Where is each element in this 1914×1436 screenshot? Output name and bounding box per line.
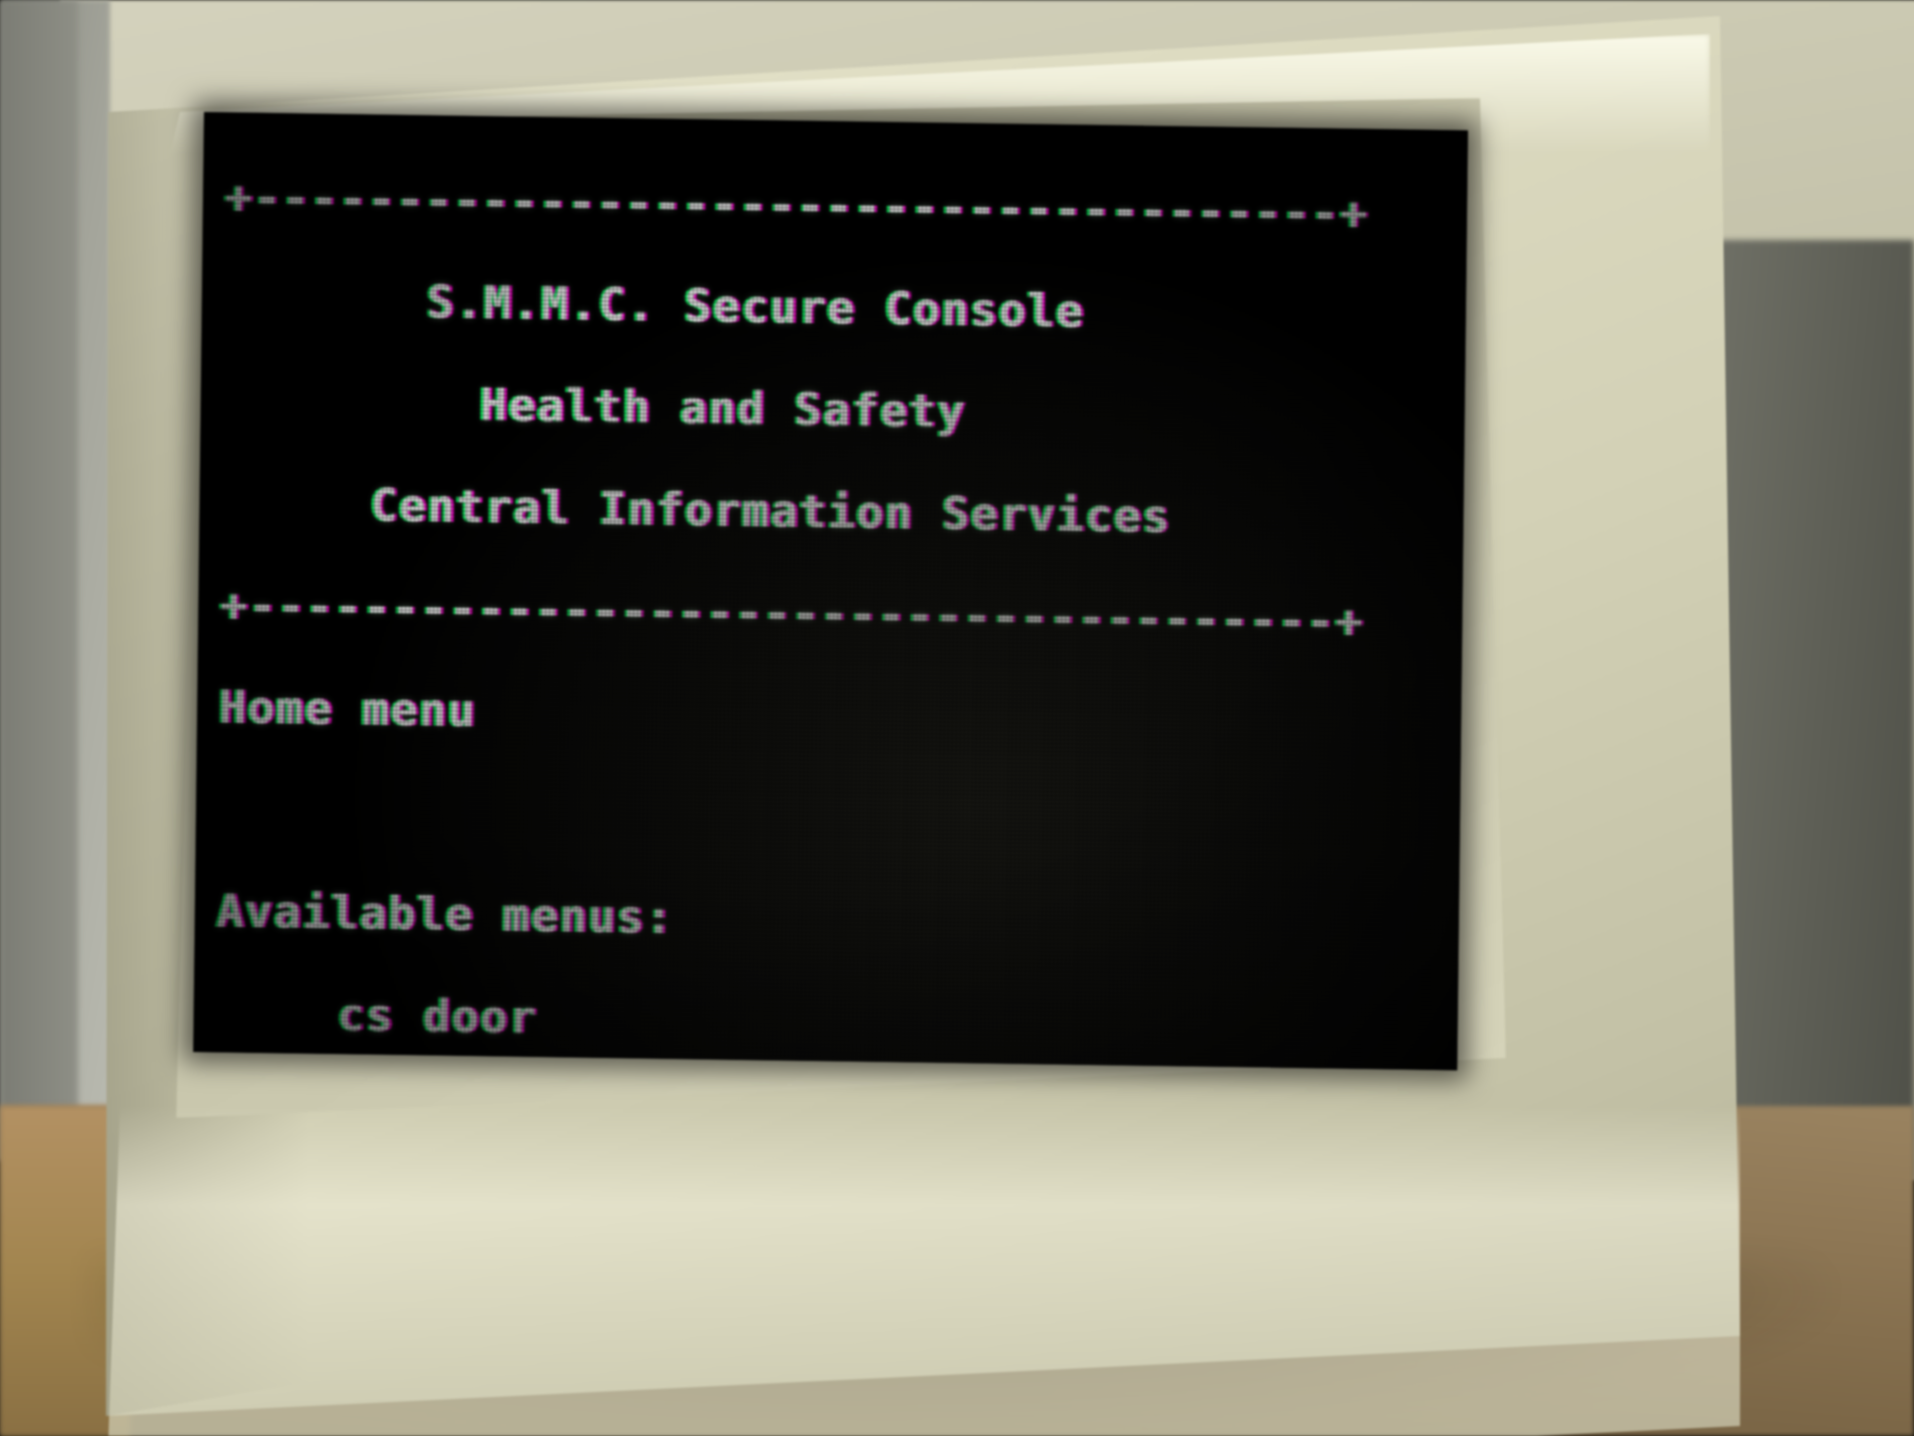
available-menus-header: Available menus: <box>216 884 675 944</box>
monitor-case-bottom-shading <box>106 1106 1740 1436</box>
banner-line-3: Central Information Services <box>370 478 1172 544</box>
terminal-border-bottom: +--------------------------------------+ <box>220 578 1365 648</box>
spacer-1 <box>218 783 1459 852</box>
room-scene: +--------------------------------------+… <box>0 0 1914 1436</box>
crt-screen[interactable]: +--------------------------------------+… <box>193 112 1469 1071</box>
current-menu-label: Home menu <box>218 680 477 738</box>
crt-monitor: +--------------------------------------+… <box>80 16 1780 1436</box>
menu-item-cs-door[interactable]: cs door <box>215 987 1456 1056</box>
terminal-output[interactable]: +--------------------------------------+… <box>200 120 1466 1070</box>
banner-line-1: S.M.M.C. Secure Console <box>426 275 1085 338</box>
banner-line-2: Health and Safety <box>479 378 967 439</box>
terminal-border-top: +--------------------------------------+ <box>224 170 1370 240</box>
wall-left-shadow <box>0 0 78 1160</box>
